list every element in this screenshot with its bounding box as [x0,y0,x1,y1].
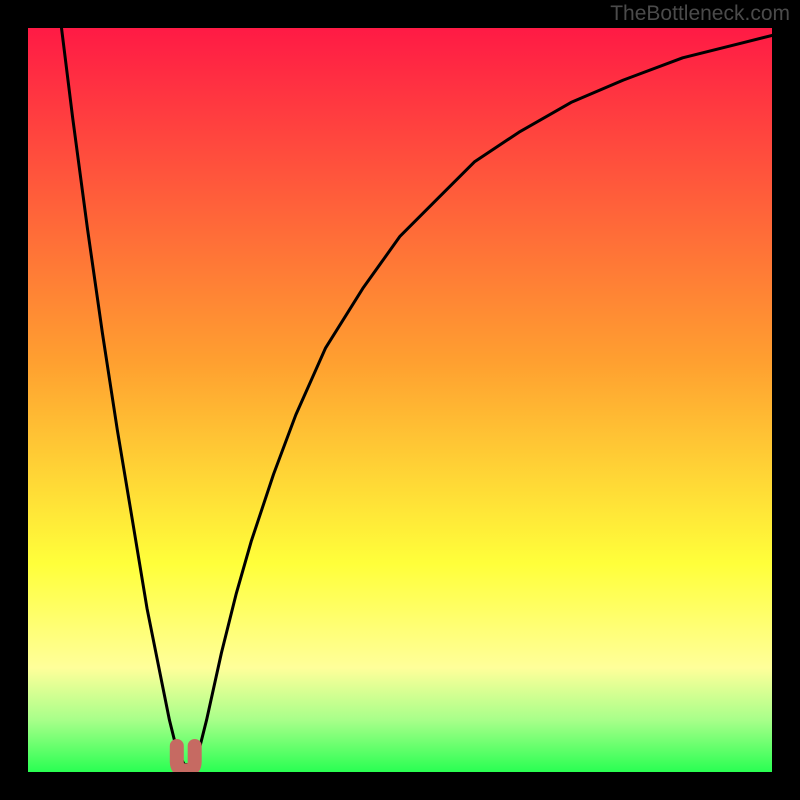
background-rect [28,28,772,772]
plot-area [28,28,772,772]
watermark-label: TheBottleneck.com [610,2,790,26]
chart-svg [28,28,772,772]
chart-frame: TheBottleneck.com [0,0,800,800]
